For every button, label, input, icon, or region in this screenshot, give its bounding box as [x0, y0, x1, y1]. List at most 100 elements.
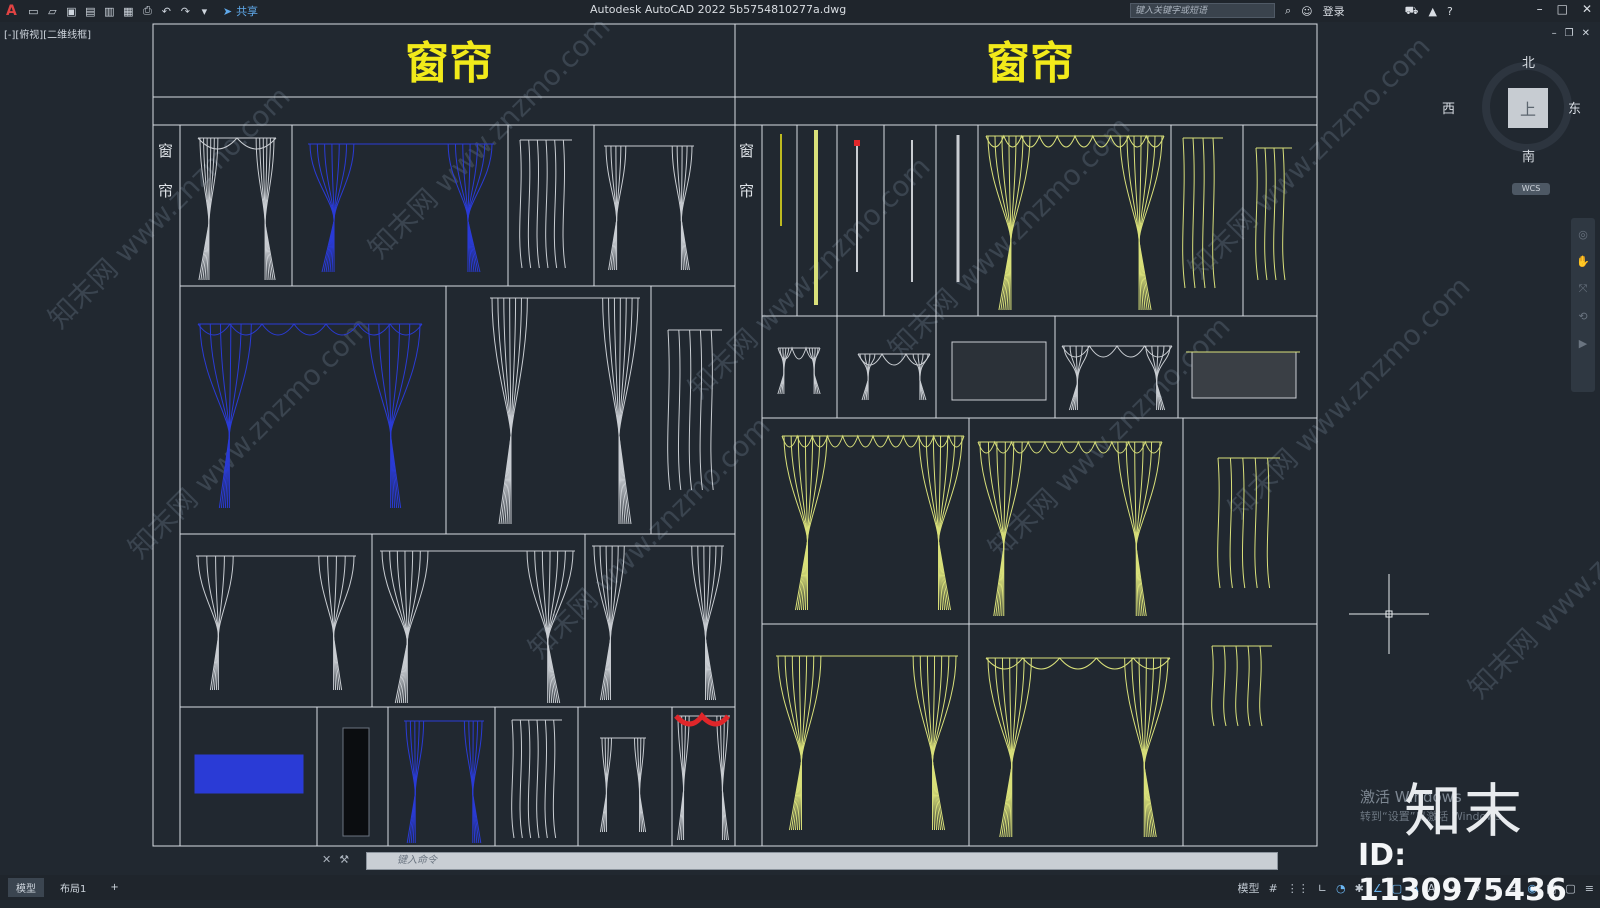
left-side-char-2: 帘 — [158, 182, 173, 200]
print-icon[interactable]: ⎙ — [141, 4, 154, 18]
curtain-swag — [197, 323, 423, 336]
znzmo-logo: 知末 — [1404, 777, 1525, 845]
drape-fold — [527, 719, 532, 839]
watermark-text: 知末网 www.znzmo.com — [1182, 30, 1437, 285]
viewcube[interactable]: 上 北 南 西 东 — [1442, 56, 1581, 165]
drape-fold — [667, 329, 671, 491]
curtain-fold — [1068, 345, 1089, 411]
curtain-drawing — [196, 555, 356, 691]
curtain-swag — [1061, 345, 1173, 358]
drape-fold — [536, 719, 540, 839]
blue-blind-block — [194, 754, 304, 794]
autocad-logo-icon[interactable]: A — [6, 3, 17, 19]
customize-dropdown-icon[interactable]: ▾ — [198, 5, 211, 18]
resource-id: ID: 1130975436 — [1358, 838, 1567, 908]
command-customize-icon[interactable]: ⚒ — [339, 853, 349, 866]
doc-minimize-icon[interactable]: – — [1552, 28, 1557, 39]
drape-fold — [519, 139, 523, 269]
command-close-icon[interactable]: ✕ — [322, 853, 331, 866]
watermark-text: 知末网 www.znzmo.com — [682, 150, 937, 405]
minimize-icon[interactable]: – — [1537, 2, 1543, 16]
drape-drawing — [511, 719, 562, 839]
curtain-fold — [209, 555, 234, 691]
add-layout-icon[interactable]: + — [102, 880, 126, 895]
drape-fold — [1211, 645, 1215, 727]
save-as-icon[interactable]: ▤ — [84, 5, 97, 18]
curtain-fold — [794, 435, 828, 611]
search-icon[interactable]: ⌕ — [1285, 4, 1291, 18]
curtain-fold — [1119, 135, 1152, 311]
left-grid — [179, 125, 735, 846]
autodesk-app-icon[interactable]: ▲ — [1428, 5, 1436, 18]
polar-icon[interactable]: ◔ — [1336, 882, 1346, 895]
ortho-icon[interactable]: ∟ — [1318, 882, 1327, 895]
curtain-swag — [985, 134, 1165, 148]
curtain-drawing — [490, 297, 640, 525]
tab-model[interactable]: 模型 — [8, 878, 44, 897]
cart-icon[interactable]: ⛟ — [1405, 4, 1419, 19]
drape-fold — [553, 139, 558, 269]
save-icon[interactable]: ▣ — [65, 5, 78, 18]
undo-icon[interactable]: ↶ — [160, 5, 173, 18]
compass-east[interactable]: 东 — [1568, 98, 1581, 117]
zoom-icon[interactable]: ⤧ — [1579, 282, 1588, 296]
new-file-icon[interactable]: ▭ — [27, 5, 40, 18]
model-space-button[interactable]: 模型 — [1238, 880, 1260, 896]
grid-icon[interactable]: # — [1269, 882, 1278, 895]
curtain-drawing — [404, 720, 484, 844]
curtain-drawing — [676, 715, 730, 841]
showmotion-icon[interactable]: ▶ — [1579, 337, 1587, 350]
window-title: Autodesk AutoCAD 2022 5b5754810277a.dwg — [590, 3, 847, 16]
doc-restore-icon[interactable]: ❐ — [1565, 28, 1574, 39]
snap-icon[interactable]: ⋮⋮ — [1287, 882, 1309, 895]
publish-icon[interactable]: ▥ — [103, 5, 116, 18]
maximize-icon[interactable]: □ — [1557, 2, 1568, 16]
watermark-text: 知末网 www.znzmo.com — [522, 410, 777, 665]
user-icon[interactable]: ☺ — [1301, 5, 1312, 18]
drape-drawing — [1211, 645, 1272, 727]
curtain-drawing — [777, 346, 821, 395]
open-folder-icon[interactable]: ▱ — [46, 5, 59, 18]
wcs-menu[interactable]: WCS — [1512, 183, 1550, 195]
login-button[interactable]: 登录 — [1323, 3, 1345, 19]
pan-icon[interactable]: ✋ — [1576, 255, 1590, 268]
drawing-canvas[interactable]: 知末网 www.znzmo.com知末网 www.znzmo.com知末网 ww… — [0, 0, 1600, 900]
redo-icon[interactable]: ↷ — [179, 5, 192, 18]
compass-west[interactable]: 西 — [1442, 98, 1455, 117]
drape-fold — [1247, 645, 1251, 727]
curtain-drawing — [604, 145, 694, 271]
right-title: 窗帘 — [986, 38, 1074, 89]
search-input[interactable]: 键入关键字或短语 — [1130, 3, 1275, 18]
drape-fold — [527, 139, 532, 269]
command-input[interactable]: 键入命令 — [366, 852, 1278, 870]
title-bar: A ▭ ▱ ▣ ▤ ▥ ▦ ⎙ ↶ ↷ ▾ ➤ 共享 Autodesk AutoC… — [0, 0, 1600, 22]
steering-wheel-icon[interactable]: ◎ — [1578, 228, 1588, 241]
curtain-drawing — [776, 655, 958, 831]
curtain-fold — [788, 655, 822, 831]
curtain-fold — [318, 555, 343, 691]
doc-close-icon[interactable]: ✕ — [1582, 28, 1590, 39]
close-icon[interactable]: ✕ — [1582, 2, 1592, 16]
navigation-bar: ◎ ✋ ⤧ ⟲ ▶ — [1571, 218, 1595, 392]
share-button[interactable]: ➤ 共享 — [223, 3, 258, 19]
compass-north[interactable]: 北 — [1522, 52, 1535, 71]
viewcube-top-face[interactable]: 上 — [1508, 88, 1548, 128]
drape-fold — [511, 719, 515, 839]
drape-fold — [1223, 645, 1227, 727]
orbit-icon[interactable]: ⟲ — [1578, 310, 1587, 323]
tab-layout1[interactable]: 布局1 — [52, 878, 94, 897]
curtain-swag — [777, 346, 821, 360]
drape-fold — [519, 719, 523, 839]
compass-south[interactable]: 南 — [1522, 146, 1535, 165]
document-window-controls: – ❐ ✕ — [1552, 28, 1590, 39]
curtain-fold — [333, 555, 346, 691]
drape-fold — [552, 719, 557, 839]
viewport-label[interactable]: [-][俯视][二维线框] — [4, 26, 91, 41]
watermark-text: 知末网 www.znzmo.com — [42, 80, 297, 335]
plot-preview-icon[interactable]: ▦ — [122, 5, 135, 18]
black-blind-block — [342, 727, 370, 837]
curtain-fold — [1124, 657, 1157, 838]
patterned-blind — [951, 341, 1047, 401]
curtain-fold — [206, 555, 219, 691]
help-icon[interactable]: ? — [1447, 5, 1453, 18]
